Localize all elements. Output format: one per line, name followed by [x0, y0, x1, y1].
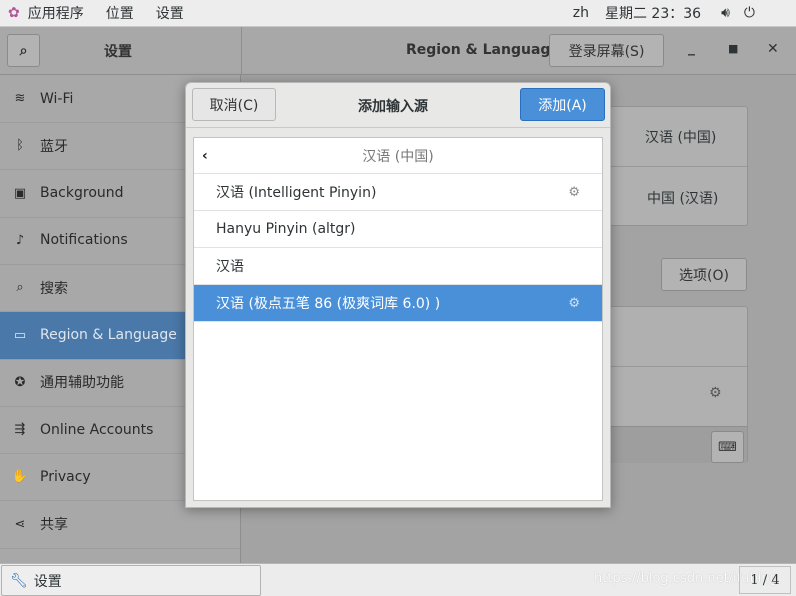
accessibility-icon: ✪ [14, 374, 26, 390]
back-header-label: 汉语 (中国) [362, 148, 434, 165]
power-icon[interactable]: ⏻ [744, 5, 755, 21]
sidebar-item-label: 通用辅助功能 [40, 375, 124, 392]
clock[interactable]: 星期二 23：36 [605, 3, 701, 23]
back-row[interactable]: ‹ 汉语 (中国) [194, 138, 602, 174]
minimize-button[interactable]: _ [688, 40, 695, 56]
activities-logo-icon[interactable]: ✿ [8, 5, 20, 21]
login-screen-button[interactable]: 登录屏幕(S) [549, 34, 664, 67]
flag-icon: ▭ [13, 327, 27, 343]
hand-icon: ✋ [11, 469, 29, 485]
places-menu[interactable]: 位置 [106, 3, 134, 23]
divider [597, 166, 747, 167]
sidebar-item-label: Online Accounts [40, 421, 154, 438]
sidebar-item-label: 共享 [40, 517, 68, 534]
input-source-row[interactable]: 汉语 (Intelligent Pinyin) ⚙ [194, 174, 602, 211]
input-method-indicator[interactable]: zh [573, 5, 589, 21]
search-button[interactable]: ⌕ [7, 34, 40, 67]
sidebar-item-label: Notifications [40, 232, 128, 249]
input-source-row[interactable]: 汉语 [194, 248, 602, 285]
cancel-button[interactable]: 取消(C) [192, 88, 276, 121]
wifi-icon: ≋ [14, 91, 26, 106]
share-icon: ⋖ [14, 516, 26, 532]
sidebar-item-label: 蓝牙 [40, 138, 68, 155]
add-button[interactable]: 添加(A) [520, 88, 605, 121]
divider [597, 366, 747, 367]
language-value[interactable]: 汉语 (中国) [645, 127, 716, 147]
window-header: ⌕ 设置 Region & Language 登录屏幕(S) _ ■ ✕ [0, 27, 796, 75]
applications-menu[interactable]: 应用程序 [28, 3, 84, 23]
sidebar-item-label: Wi-Fi [40, 90, 74, 107]
gear-icon[interactable]: ⚙ [709, 385, 722, 401]
online-accounts-icon: ⇶ [14, 422, 26, 438]
keyboard-layout-button[interactable]: ⌨ [711, 431, 744, 463]
input-toolbar: ⌨ [597, 426, 747, 463]
maximize-button[interactable]: ■ [728, 42, 738, 55]
bluetooth-icon: ᛒ [16, 138, 24, 154]
close-button[interactable]: ✕ [767, 41, 779, 57]
sidebar-item-label: 搜索 [40, 280, 68, 297]
input-source-row[interactable]: 汉语 (极点五笔 86 (极爽词库 6.0) ) ⚙ [194, 285, 602, 322]
gear-icon[interactable]: ⚙ [568, 296, 580, 311]
input-sources-list: ⚙ ⌨ [596, 306, 748, 463]
settings-menu[interactable]: 设置 [156, 3, 184, 23]
language-format-panel: 汉语 (中国) 中国 (汉语) [596, 106, 748, 226]
input-source-list: ‹ 汉语 (中国) 汉语 (Intelligent Pinyin) ⚙ Hanyu … [193, 137, 603, 501]
dialog-header: 取消(C) 添加输入源 添加(A) [186, 83, 610, 128]
panel-title: Region & Language [406, 42, 560, 58]
tools-icon: 🔧︎ [10, 572, 28, 589]
chevron-left-icon[interactable]: ‹ [202, 148, 208, 164]
sidebar-item-label: Background [40, 185, 124, 202]
search-icon: ⌕ [16, 280, 24, 296]
divider [241, 27, 242, 75]
add-input-source-dialog: 取消(C) 添加输入源 添加(A) ‹ 汉语 (中国) 汉语 (Intellig… [185, 82, 611, 508]
dialog-title: 添加输入源 [358, 99, 428, 115]
top-bar: ✿ 应用程序 位置 设置 zh 星期二 23：36 🔊︎ ⏻ [0, 0, 796, 27]
options-button[interactable]: 选项(O) [661, 258, 747, 291]
taskbar-settings-window[interactable]: 🔧︎ 设置 [1, 565, 261, 596]
sidebar-item-label: Region & Language [40, 327, 177, 343]
input-source-label: 汉语 (Intelligent Pinyin) [216, 185, 377, 201]
taskbar: 🔧︎ 设置 https://blog.csdn.net/ifubing 1 / … [0, 563, 796, 596]
formats-value[interactable]: 中国 (汉语) [647, 188, 718, 208]
input-source-label: 汉语 [216, 259, 244, 275]
sidebar-item-label: Privacy [40, 468, 91, 485]
workspace-pager[interactable]: 1 / 4 [739, 566, 791, 594]
bell-icon: ♪ [15, 232, 25, 248]
gear-icon[interactable]: ⚙ [568, 185, 580, 200]
sidebar-title: 设置 [104, 44, 132, 60]
input-source-row[interactable]: Hanyu Pinyin (altgr) [194, 211, 602, 248]
input-source-label: Hanyu Pinyin (altgr) [216, 221, 356, 237]
taskbar-app-label: 设置 [33, 573, 62, 590]
monitor-icon: ▣ [13, 185, 27, 201]
input-source-label: 汉语 (极点五笔 86 (极爽词库 6.0) ) [216, 296, 441, 312]
volume-icon[interactable]: 🔊︎ [721, 5, 730, 21]
